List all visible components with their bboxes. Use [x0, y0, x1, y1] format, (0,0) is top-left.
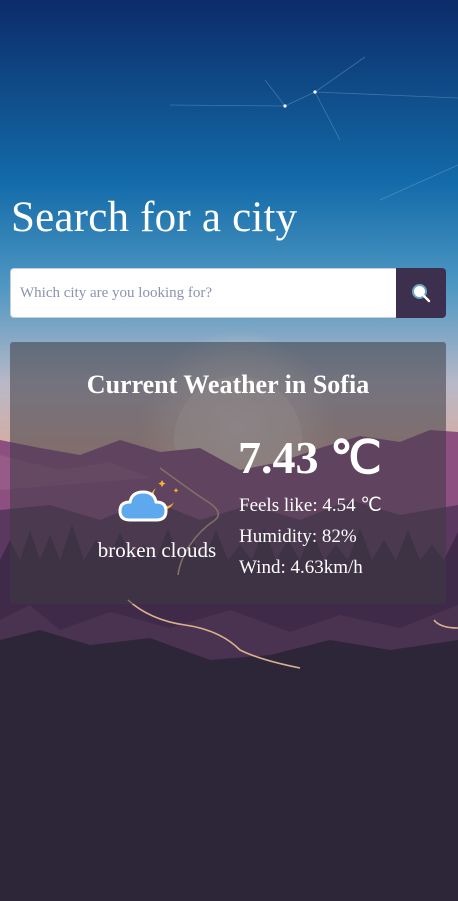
search-button[interactable]	[396, 268, 446, 318]
weather-card: Current Weather in Sofia 7.43 ℃ Feels li…	[10, 342, 446, 604]
page-title: Search for a city	[11, 194, 298, 241]
ground	[0, 630, 458, 901]
search-bar	[10, 268, 446, 318]
search-icon	[412, 284, 431, 303]
humidity: Humidity: 82%	[239, 526, 357, 547]
feels-like: Feels like: 4.54 ℃	[239, 495, 382, 516]
search-input[interactable]	[10, 268, 396, 318]
weather-description: broken clouds	[97, 538, 217, 562]
cloud-moon-icon	[118, 480, 179, 522]
weather-heading: Current Weather in Sofia	[86, 370, 370, 399]
temperature: 7.43 ℃	[238, 432, 382, 483]
wind: Wind: 4.63km/h	[239, 557, 363, 578]
